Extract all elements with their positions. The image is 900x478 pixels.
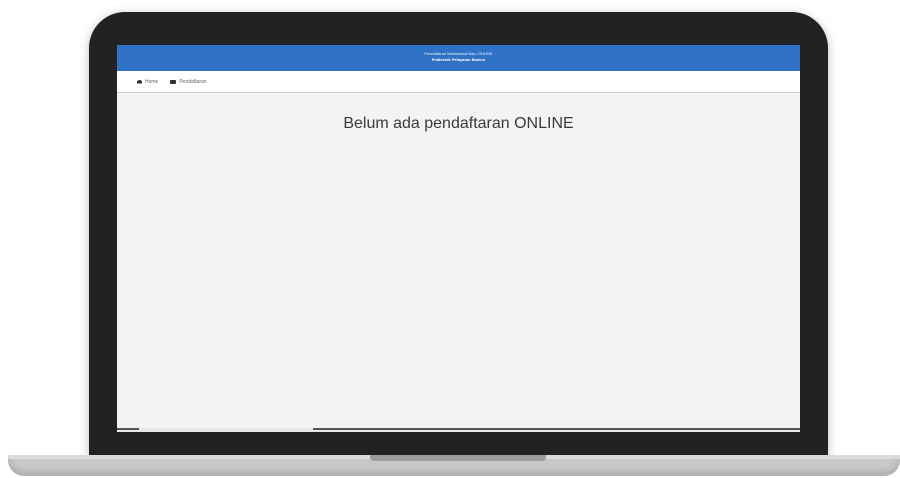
page-message: Belum ada pendaftaran ONLINE — [343, 115, 574, 132]
header-subtitle: Politeknik Pelayaran Banten — [431, 57, 486, 62]
strip-segment — [313, 428, 800, 430]
strip-segment — [117, 428, 139, 430]
nav-item-home-label: Home — [145, 78, 159, 85]
form-icon — [170, 79, 177, 84]
nav-item-pendaftaran-label: Pendaftaran — [179, 78, 207, 85]
laptop-notch — [370, 455, 546, 461]
laptop-mockup: Pendaftaran Mahasiswa Baru ONLINE Polite… — [0, 0, 900, 478]
navbar: Home Pendaftaran — [117, 71, 800, 93]
main-content: Belum ada pendaftaran ONLINE — [117, 93, 800, 133]
nav-item-pendaftaran[interactable]: Pendaftaran — [170, 78, 207, 85]
screen-bottom-strip — [117, 428, 800, 432]
app-header: Pendaftaran Mahasiswa Baru ONLINE Polite… — [117, 45, 800, 71]
laptop-screen: Pendaftaran Mahasiswa Baru ONLINE Polite… — [117, 45, 800, 432]
nav-item-home[interactable]: Home — [137, 79, 158, 85]
home-icon — [137, 79, 142, 84]
